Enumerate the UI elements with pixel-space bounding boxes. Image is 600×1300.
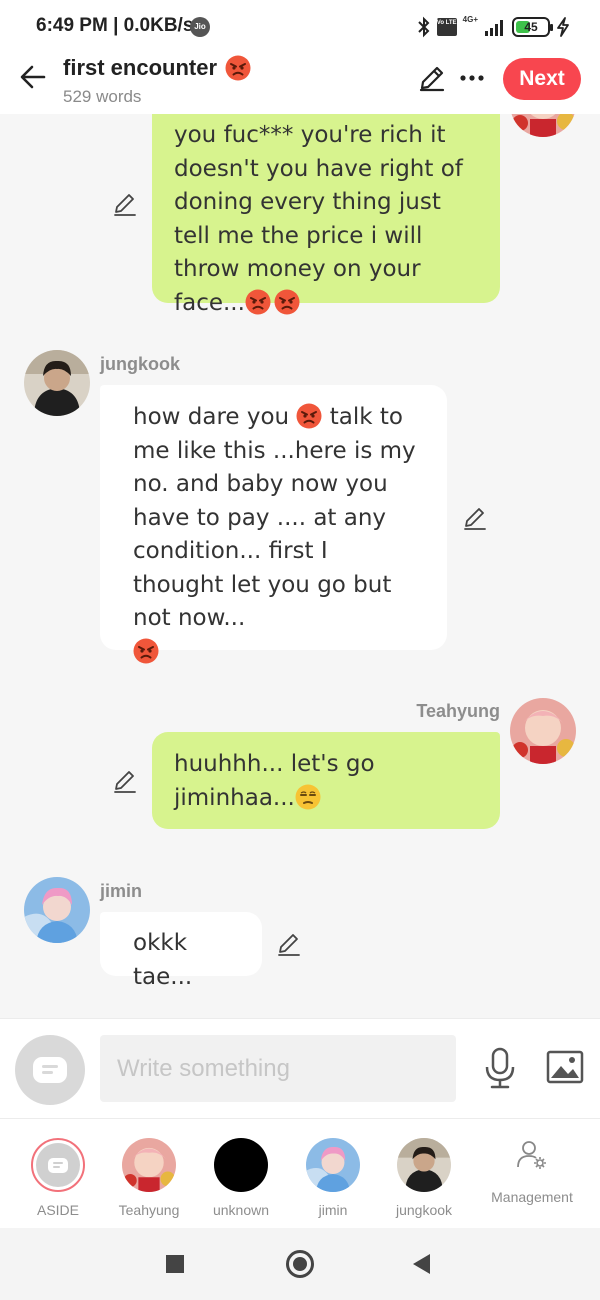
angry-face-emoji [245,289,271,314]
angry-face-emoji [296,403,322,429]
message-bubble[interactable]: how dare you talk to me like this ...her… [100,385,447,663]
character-label: jimin [318,1202,348,1218]
back-arrow-icon[interactable] [18,62,48,92]
avatar-teahyung[interactable] [510,698,576,764]
character-aside[interactable]: ASIDE [12,1119,104,1229]
angry-face-emoji [133,638,159,663]
character-jungkook[interactable]: jungkook [378,1119,470,1229]
avatar-jimin [306,1138,360,1192]
message-bubble[interactable]: huuhhh... let's go jiminhaa... [152,732,500,829]
avatar-jungkook[interactable] [24,350,90,416]
avatar-jimin-image [24,877,90,943]
message-input[interactable] [100,1035,456,1102]
angry-face-emoji [274,289,300,314]
avatar-jungkook [397,1138,451,1192]
more-options-icon[interactable] [458,64,486,92]
message-text-part-1: how dare you [133,404,290,430]
story-title[interactable]: first encounter [63,55,251,81]
edit-pencil-icon[interactable] [418,64,446,92]
recent-apps-button[interactable] [166,1255,184,1273]
message-bubble[interactable]: you fuc*** you're rich it doesn't you ha… [152,114,500,316]
speaker-name: jungkook [100,354,180,374]
status-icons: Vo LTE 4G+ 45 [417,13,570,41]
network-type: 4G+ [462,14,478,24]
composer-bar [0,1018,600,1118]
character-unknown[interactable]: unknown [195,1119,287,1229]
image-icon[interactable] [546,1050,584,1084]
battery-level: 45 [524,20,538,34]
status-bar: 6:49 PM | 0.0KB/s Jio Vo LTE 4G+ 45 [0,0,600,52]
unamused-face-emoji [295,784,321,809]
message-text: you fuc*** you're rich it doesn't you ha… [174,122,463,316]
charging-icon [557,17,569,37]
edit-message-icon[interactable] [112,191,138,217]
avatar-unknown [214,1138,268,1192]
aside-toggle-button[interactable] [15,1035,85,1105]
avatar-jimin[interactable] [24,877,90,943]
angry-face-icon [225,55,251,81]
avatar-teahyung [122,1138,176,1192]
character-label: Management [491,1189,573,1205]
character-label: jungkook [395,1202,453,1218]
avatar-teahyung[interactable] [510,114,576,137]
management-button[interactable]: Management [477,1119,587,1229]
edit-message-icon[interactable] [462,505,488,531]
message-text: huuhhh... let's go jiminhaa... [174,751,375,811]
edit-message-icon[interactable] [276,931,302,957]
volte-icon: Vo LTE [436,18,457,36]
message-text-part-2: talk to me like this ...here is my no. a… [133,404,416,631]
character-bar: ASIDE Teahyung unknown jimin jungkook Ma… [0,1118,600,1228]
avatar-teahyung-image [510,114,576,137]
chat-area[interactable]: you fuc*** you're rich it doesn't you ha… [0,114,600,1018]
character-label: unknown [212,1202,270,1218]
carrier-badge: Jio [190,17,210,37]
status-time: 6:49 PM | 0.0KB/s [36,15,194,36]
battery-icon: 45 [512,17,553,37]
avatar-teahyung-image [510,698,576,764]
home-button[interactable] [286,1250,314,1278]
header: first encounter 529 words Next [0,52,600,114]
system-nav-bar [0,1228,600,1300]
speaker-name: Teahyung [416,701,500,721]
back-button[interactable] [413,1254,430,1274]
aside-icon [33,1057,67,1083]
word-count: 529 words [63,87,142,106]
message-text: okkk tae... [133,930,193,990]
character-jimin[interactable]: jimin [287,1119,379,1229]
edit-message-icon[interactable] [112,768,138,794]
avatar-jungkook-image [24,350,90,416]
signal-icon [485,20,503,36]
message-bubble[interactable]: okkk tae... [100,912,262,990]
battery-cap [550,24,553,31]
character-label: Teahyung [118,1202,180,1218]
character-teahyung[interactable]: Teahyung [103,1119,195,1229]
character-label: ASIDE [36,1202,79,1218]
next-button[interactable]: Next [503,58,581,100]
aside-character-icon [31,1138,85,1192]
manage-characters-icon [517,1141,546,1169]
speaker-name: jimin [100,881,143,901]
story-title-text: first encounter [63,55,218,80]
bluetooth-icon [417,16,430,38]
microphone-icon[interactable] [483,1047,517,1089]
